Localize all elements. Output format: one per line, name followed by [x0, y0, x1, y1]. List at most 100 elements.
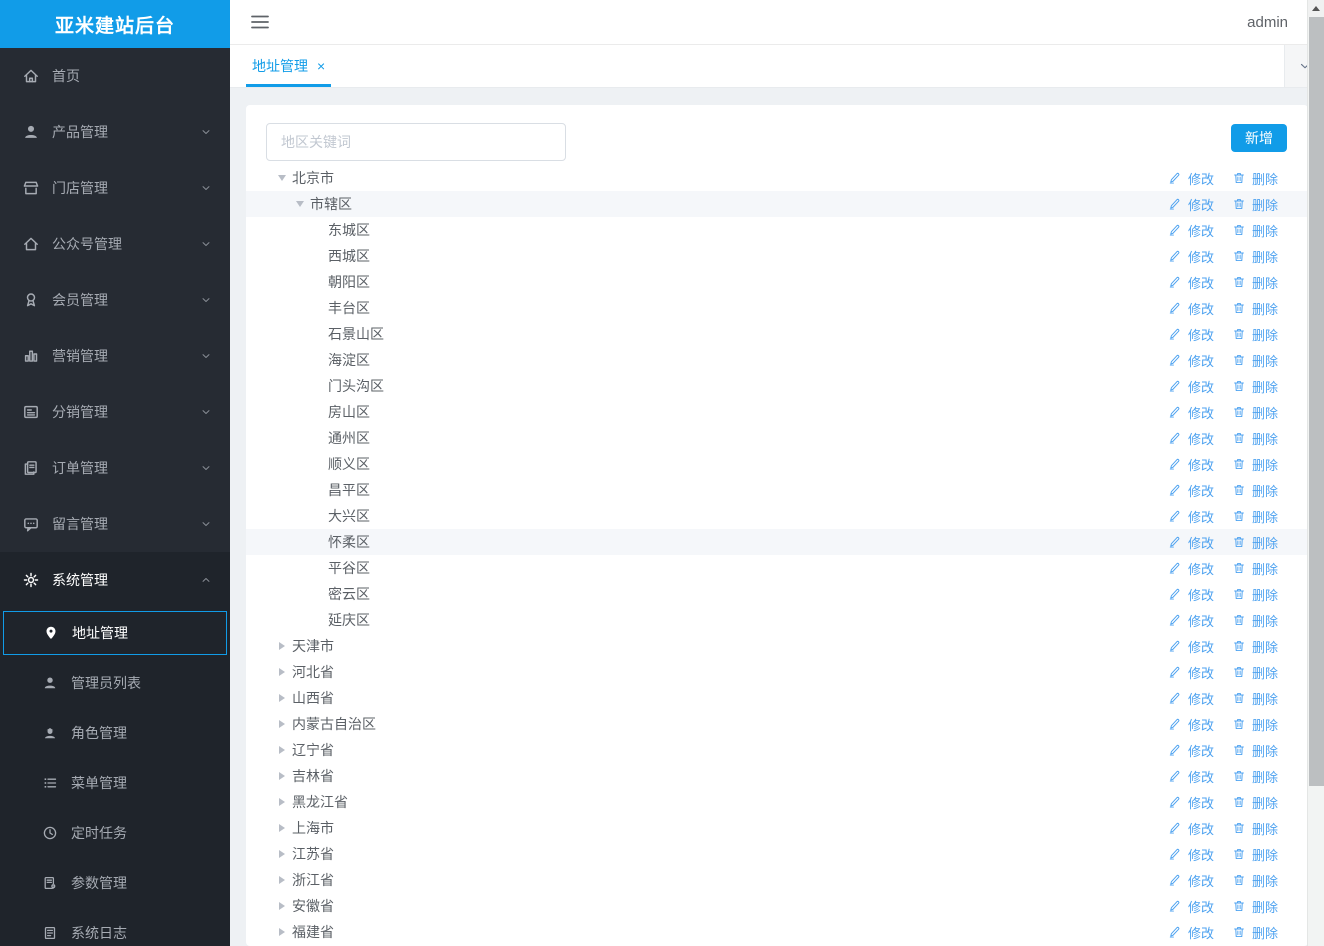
delete-link[interactable]: 删除	[1232, 637, 1278, 656]
tree-row[interactable]: 安徽省 修改 删除	[246, 893, 1308, 919]
edit-link[interactable]: 修改	[1168, 611, 1214, 630]
edit-link[interactable]: 修改	[1168, 195, 1214, 214]
tree-row[interactable]: 辽宁省 修改 删除	[246, 737, 1308, 763]
tree-caret-icon[interactable]	[274, 690, 290, 706]
delete-link[interactable]: 删除	[1232, 299, 1278, 318]
delete-link[interactable]: 删除	[1232, 481, 1278, 500]
sidebar-item-menus[interactable]: 菜单管理	[0, 758, 230, 808]
edit-link[interactable]: 修改	[1168, 559, 1214, 578]
edit-link[interactable]: 修改	[1168, 533, 1214, 552]
tree-caret-icon[interactable]	[274, 716, 290, 732]
add-button[interactable]: 新增	[1231, 124, 1287, 152]
delete-link[interactable]: 删除	[1232, 741, 1278, 760]
sidebar-item-address[interactable]: 地址管理	[3, 611, 227, 655]
edit-link[interactable]: 修改	[1168, 351, 1214, 370]
tree-caret-icon[interactable]	[274, 742, 290, 758]
sidebar-item-admins[interactable]: 管理员列表	[0, 658, 230, 708]
delete-link[interactable]: 删除	[1232, 585, 1278, 604]
delete-link[interactable]: 删除	[1232, 247, 1278, 266]
tree-row[interactable]: 浙江省 修改 删除	[246, 867, 1308, 893]
edit-link[interactable]: 修改	[1168, 507, 1214, 526]
tree-row[interactable]: 上海市 修改 删除	[246, 815, 1308, 841]
tree-row[interactable]: 福建省 修改 删除	[246, 919, 1308, 945]
delete-link[interactable]: 删除	[1232, 455, 1278, 474]
tree-row[interactable]: 东城区 修改 删除	[246, 217, 1308, 243]
sidebar-item-params[interactable]: 参数管理	[0, 858, 230, 908]
tree-row[interactable]: 吉林省 修改 删除	[246, 763, 1308, 789]
edit-link[interactable]: 修改	[1168, 429, 1214, 448]
scrollbar-thumb[interactable]	[1309, 17, 1324, 786]
tree-caret-icon[interactable]	[274, 170, 290, 186]
delete-link[interactable]: 删除	[1232, 689, 1278, 708]
tree-row[interactable]: 西城区 修改 删除	[246, 243, 1308, 269]
tree-row[interactable]: 昌平区 修改 删除	[246, 477, 1308, 503]
tree-caret-icon[interactable]	[274, 820, 290, 836]
tree-row[interactable]: 海淀区 修改 删除	[246, 347, 1308, 373]
sidebar-item-mp[interactable]: 公众号管理	[0, 216, 230, 272]
edit-link[interactable]: 修改	[1168, 663, 1214, 682]
tree-row[interactable]: 大兴区 修改 删除	[246, 503, 1308, 529]
delete-link[interactable]: 删除	[1232, 169, 1278, 188]
delete-link[interactable]: 删除	[1232, 325, 1278, 344]
sidebar-item-marketing[interactable]: 营销管理	[0, 328, 230, 384]
delete-link[interactable]: 删除	[1232, 897, 1278, 916]
tab-address-management[interactable]: 地址管理 ×	[246, 45, 332, 87]
tree-caret-icon[interactable]	[274, 846, 290, 862]
tree-caret-icon[interactable]	[274, 768, 290, 784]
tree-row[interactable]: 丰台区 修改 删除	[246, 295, 1308, 321]
page-scrollbar[interactable]	[1307, 0, 1324, 946]
tree-row[interactable]: 江苏省 修改 删除	[246, 841, 1308, 867]
sidebar-item-store[interactable]: 门店管理	[0, 160, 230, 216]
tab-close-icon[interactable]: ×	[317, 59, 325, 73]
tree-row[interactable]: 怀柔区 修改 删除	[246, 529, 1308, 555]
tree-row[interactable]: 密云区 修改 删除	[246, 581, 1308, 607]
edit-link[interactable]: 修改	[1168, 169, 1214, 188]
sidebar-item-distribution[interactable]: 分销管理	[0, 384, 230, 440]
tree-row[interactable]: 河北省 修改 删除	[246, 659, 1308, 685]
tree-caret-icon[interactable]	[274, 664, 290, 680]
hamburger-menu-icon[interactable]	[250, 14, 270, 30]
delete-link[interactable]: 删除	[1232, 403, 1278, 422]
delete-link[interactable]: 删除	[1232, 663, 1278, 682]
tree-row[interactable]: 天津市 修改 删除	[246, 633, 1308, 659]
tree-caret-icon[interactable]	[292, 196, 308, 212]
delete-link[interactable]: 删除	[1232, 793, 1278, 812]
tree-caret-icon[interactable]	[274, 638, 290, 654]
tree-row[interactable]: 市辖区 修改 删除	[246, 191, 1308, 217]
tree-caret-icon[interactable]	[274, 924, 290, 940]
delete-link[interactable]: 删除	[1232, 429, 1278, 448]
delete-link[interactable]: 删除	[1232, 611, 1278, 630]
edit-link[interactable]: 修改	[1168, 897, 1214, 916]
edit-link[interactable]: 修改	[1168, 377, 1214, 396]
scrollbar-up-arrow[interactable]	[1308, 0, 1324, 17]
delete-link[interactable]: 删除	[1232, 819, 1278, 838]
edit-link[interactable]: 修改	[1168, 221, 1214, 240]
tree-row[interactable]: 延庆区 修改 删除	[246, 607, 1308, 633]
sidebar-item-member[interactable]: 会员管理	[0, 272, 230, 328]
delete-link[interactable]: 删除	[1232, 845, 1278, 864]
tree-row[interactable]: 房山区 修改 删除	[246, 399, 1308, 425]
delete-link[interactable]: 删除	[1232, 871, 1278, 890]
tree-row[interactable]: 门头沟区 修改 删除	[246, 373, 1308, 399]
edit-link[interactable]: 修改	[1168, 845, 1214, 864]
user-menu[interactable]: admin	[1247, 14, 1288, 31]
tree-row[interactable]: 山西省 修改 删除	[246, 685, 1308, 711]
delete-link[interactable]: 删除	[1232, 559, 1278, 578]
edit-link[interactable]: 修改	[1168, 455, 1214, 474]
sidebar-item-system[interactable]: 系统管理	[0, 552, 230, 608]
tree-row[interactable]: 顺义区 修改 删除	[246, 451, 1308, 477]
delete-link[interactable]: 删除	[1232, 377, 1278, 396]
tree-row[interactable]: 通州区 修改 删除	[246, 425, 1308, 451]
tree-row[interactable]: 平谷区 修改 删除	[246, 555, 1308, 581]
edit-link[interactable]: 修改	[1168, 299, 1214, 318]
delete-link[interactable]: 删除	[1232, 533, 1278, 552]
tree-row[interactable]: 内蒙古自治区 修改 删除	[246, 711, 1308, 737]
edit-link[interactable]: 修改	[1168, 247, 1214, 266]
delete-link[interactable]: 删除	[1232, 507, 1278, 526]
edit-link[interactable]: 修改	[1168, 637, 1214, 656]
delete-link[interactable]: 删除	[1232, 767, 1278, 786]
sidebar-item-order[interactable]: 订单管理	[0, 440, 230, 496]
tree-row[interactable]: 北京市 修改 删除	[246, 165, 1308, 191]
edit-link[interactable]: 修改	[1168, 481, 1214, 500]
edit-link[interactable]: 修改	[1168, 585, 1214, 604]
